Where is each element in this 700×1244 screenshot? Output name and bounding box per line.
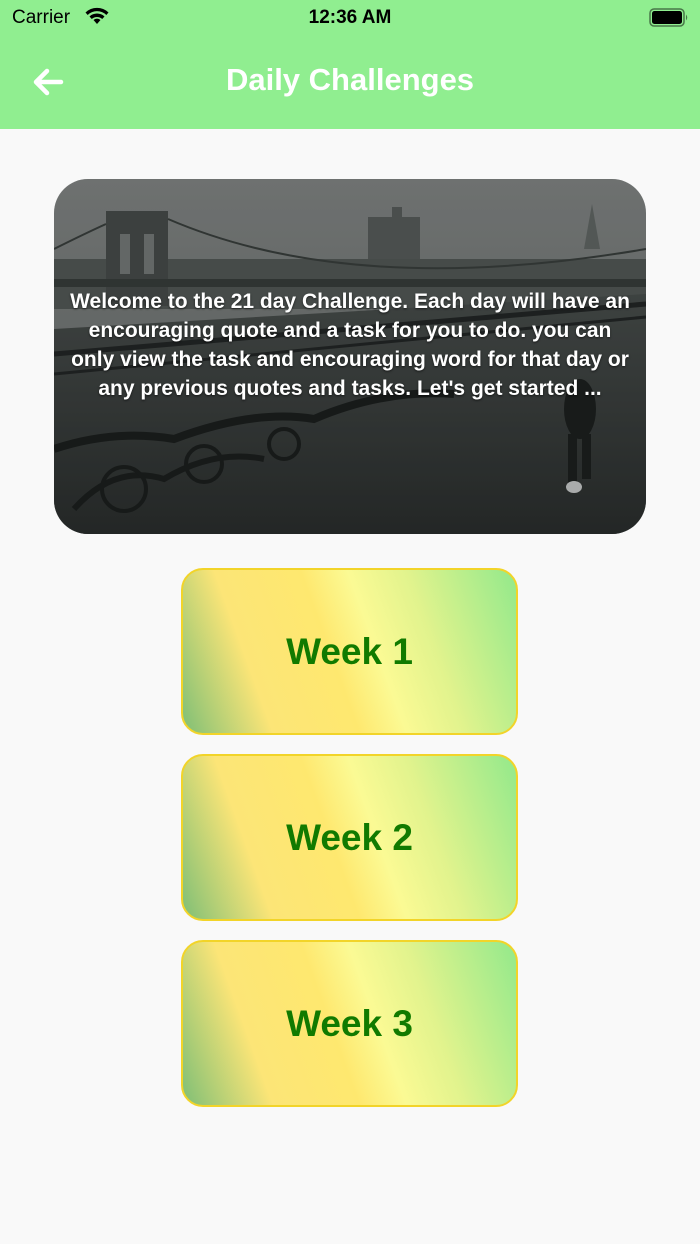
welcome-banner: Welcome to the 21 day Challenge. Each da… [54, 179, 646, 534]
week-1-button[interactable]: Week 1 [181, 568, 518, 735]
status-bar: Carrier 12:36 AM [0, 0, 700, 36]
week-2-label: Week 2 [286, 816, 413, 858]
week-1-label: Week 1 [286, 630, 413, 672]
battery-icon [649, 8, 689, 33]
week-3-button[interactable]: Week 3 [181, 940, 518, 1107]
welcome-message: Welcome to the 21 day Challenge. Each da… [70, 290, 630, 400]
week-3-label: Week 3 [286, 1002, 413, 1044]
week-2-button[interactable]: Week 2 [181, 754, 518, 921]
page-title: Daily Challenges [225, 62, 475, 97]
app-header: Carrier 12:36 AM Daily Challenges [0, 0, 700, 129]
status-time: 12:36 AM [308, 7, 392, 28]
